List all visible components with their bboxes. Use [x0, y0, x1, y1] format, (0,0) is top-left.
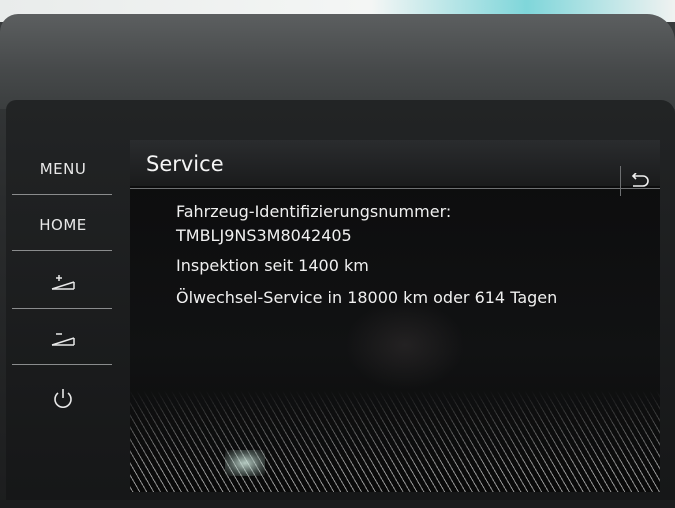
- back-arrow-icon: [631, 173, 649, 187]
- header-divider: [130, 188, 660, 189]
- power-icon: [54, 389, 72, 408]
- button-divider: [12, 250, 112, 251]
- infotainment-screen: Service Fahrzeug-Identifizierungsnummer:…: [130, 140, 660, 492]
- screen-reflection: [345, 300, 465, 390]
- home-button[interactable]: HOME: [8, 198, 118, 252]
- oil-service-info: Ölwechsel-Service in 18000 km oder 614 T…: [176, 288, 558, 307]
- vin-value: TMBLJ9NS3M8042405: [176, 226, 352, 245]
- brightness-up-button[interactable]: [8, 256, 118, 310]
- menu-button[interactable]: MENU: [8, 142, 118, 196]
- power-button[interactable]: [8, 372, 118, 426]
- light-glare: [225, 450, 265, 476]
- brightness-down-button[interactable]: [8, 312, 118, 366]
- button-divider: [12, 364, 112, 365]
- dashboard-panel: [0, 14, 675, 109]
- menu-button-label: MENU: [39, 160, 87, 178]
- brightness-down-icon: [51, 333, 75, 346]
- hardware-button-panel: MENU HOME: [8, 132, 120, 432]
- page-title: Service: [146, 152, 224, 176]
- home-button-label: HOME: [39, 216, 87, 234]
- back-button[interactable]: [620, 166, 657, 196]
- button-divider: [12, 308, 112, 309]
- brightness-up-icon: [51, 275, 75, 290]
- decorative-stripes: [130, 390, 660, 492]
- vin-label: Fahrzeug-Identifizierungsnummer:: [176, 202, 452, 221]
- inspection-info: Inspektion seit 1400 km: [176, 256, 369, 275]
- button-divider: [12, 194, 112, 195]
